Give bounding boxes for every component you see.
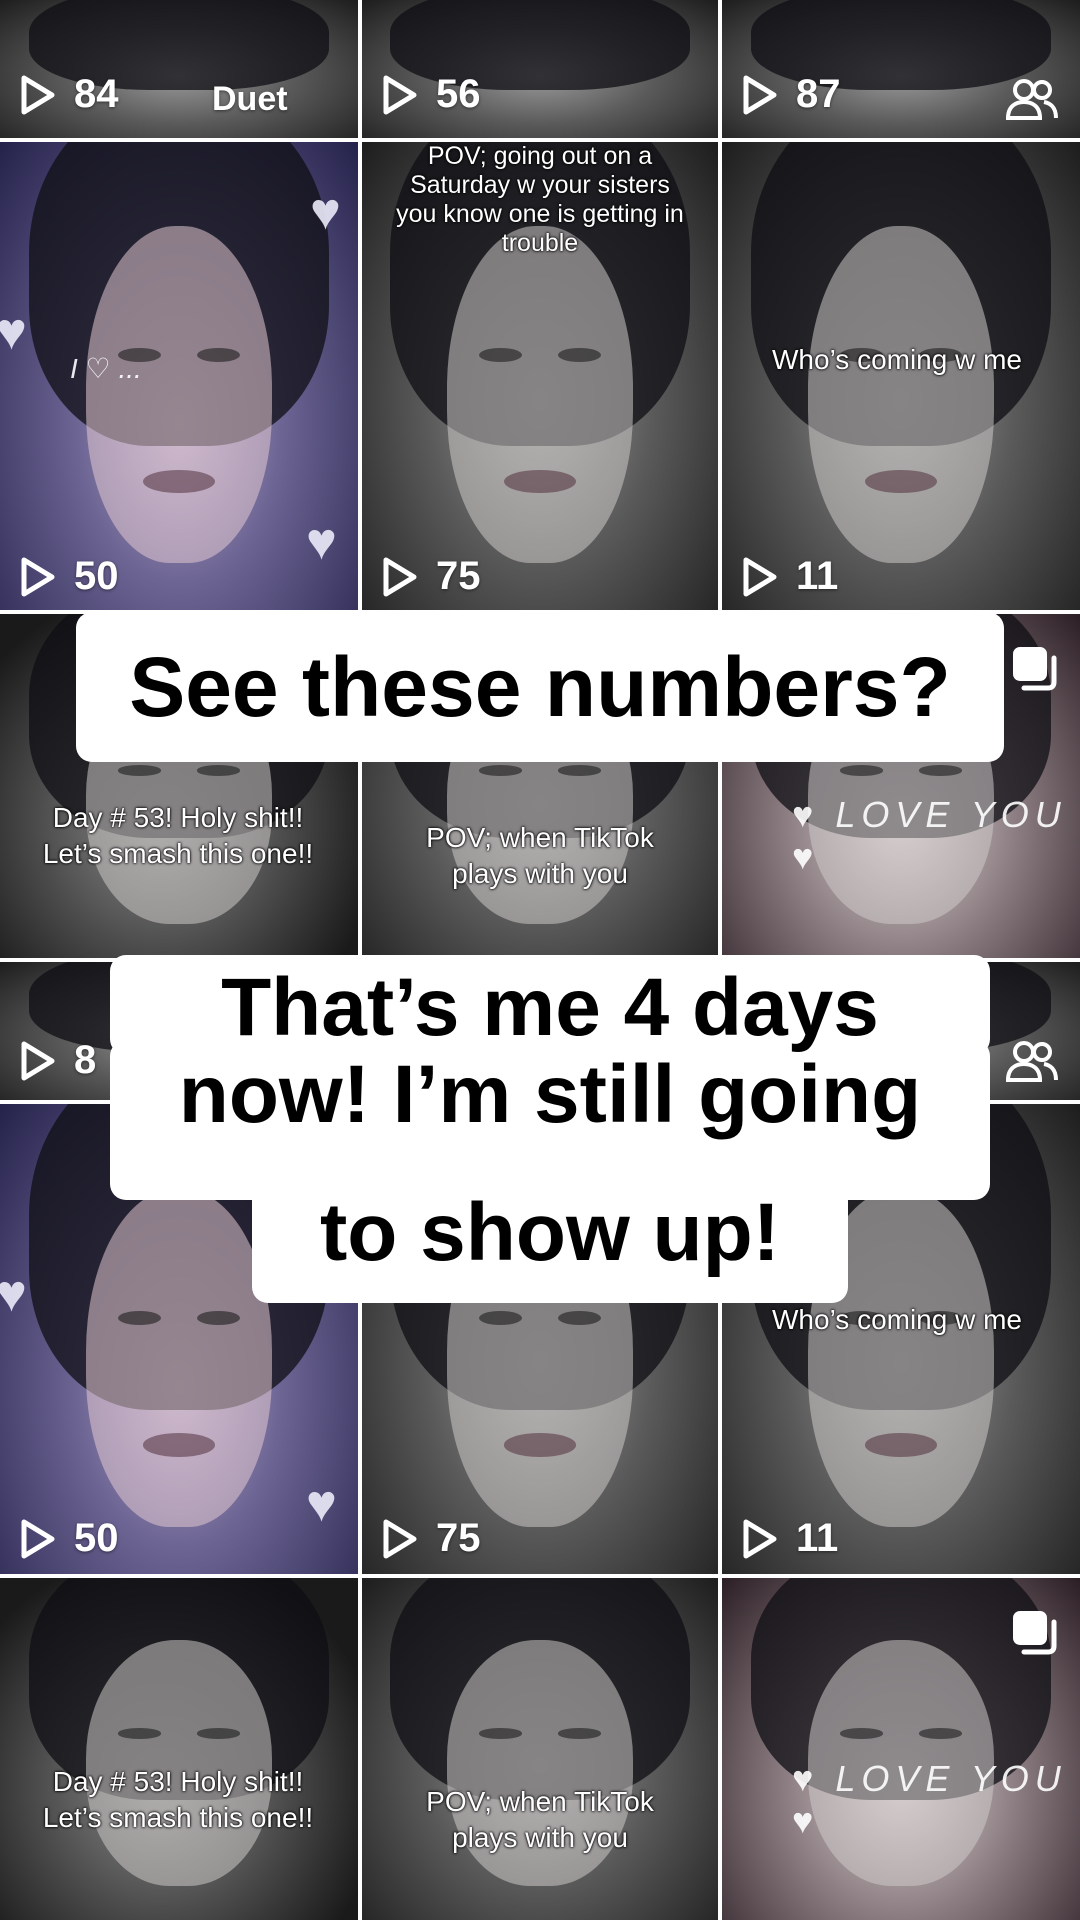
subline-text-1: That’s me 4 days <box>221 962 879 1053</box>
video-caption: Day # 53! Holy shit!! Let’s smash this o… <box>42 802 314 869</box>
view-count: 8 <box>20 1038 96 1083</box>
heart-icon: ♥ <box>0 1265 27 1323</box>
video-tile[interactable]: Who’s coming w me 11 <box>722 142 1080 610</box>
people-icon <box>1005 79 1058 120</box>
video-tile[interactable]: POV; going out on a Saturday w your sist… <box>362 142 718 610</box>
video-tile[interactable]: POV; when TikTok plays with you <box>362 1578 718 1920</box>
subline-text-3: to show up! <box>319 1187 780 1278</box>
heart-icon: ♥ <box>306 513 337 571</box>
grid-divider <box>0 138 1080 142</box>
play-icon <box>383 557 417 596</box>
heart-icon: ♥ <box>0 303 27 361</box>
heart-icon: ♥ <box>310 183 341 241</box>
view-count: 11 <box>742 1516 838 1561</box>
view-count: 75 <box>382 554 481 599</box>
play-icon <box>21 1041 55 1080</box>
play-icon <box>743 1519 777 1558</box>
play-icon <box>383 75 417 114</box>
sticker-text: ♥ LOVE YOU ♥ <box>792 794 1067 877</box>
heart-icon: ♥ <box>306 1475 337 1533</box>
video-tile[interactable]: Day # 53! Holy shit!! Let’s smash this o… <box>0 1578 358 1920</box>
play-icon <box>21 75 55 114</box>
multi-photo-icon <box>1013 1611 1057 1655</box>
subline-text-2: now! I’m still going <box>178 1049 922 1140</box>
video-tile[interactable]: 87 <box>722 0 1080 138</box>
video-tile[interactable]: 84 Duet <box>0 0 358 138</box>
view-count: 50 <box>20 554 119 599</box>
play-icon <box>383 1519 417 1558</box>
grid-divider <box>0 1574 1080 1578</box>
video-caption: Who’s coming w me <box>772 1304 1023 1335</box>
video-tile[interactable]: 56 <box>362 0 718 138</box>
duet-badge: Duet <box>212 80 288 118</box>
multi-photo-icon <box>1013 647 1057 691</box>
sticker-text: ♥ LOVE YOU ♥ <box>792 1758 1067 1841</box>
video-caption: POV; when TikTok plays with you <box>426 1786 654 1853</box>
sticker-text: I ♡ ... <box>70 353 142 384</box>
video-caption: POV; when TikTok plays with you <box>426 822 654 889</box>
play-icon <box>743 75 777 114</box>
view-count: 75 <box>382 1516 481 1561</box>
view-count: 87 <box>742 72 841 117</box>
play-icon <box>21 1519 55 1558</box>
headline-banner: See these numbers? <box>76 612 1004 762</box>
play-icon <box>743 557 777 596</box>
view-count: 11 <box>742 554 838 599</box>
play-icon <box>21 557 55 596</box>
video-tile[interactable]: ♥ ♥ ♥ I ♡ ... 50 <box>0 142 358 610</box>
view-count: 56 <box>382 72 481 117</box>
people-icon <box>1005 1041 1058 1082</box>
video-caption: POV; going out on a Saturday w your sist… <box>396 142 684 257</box>
view-count: 50 <box>20 1516 119 1561</box>
video-tile[interactable]: ♥ LOVE YOU ♥ <box>722 1578 1080 1920</box>
video-caption: Who’s coming w me <box>772 344 1023 375</box>
video-caption: Day # 53! Holy shit!! Let’s smash this o… <box>42 1766 314 1833</box>
view-count: 84 <box>20 72 119 117</box>
